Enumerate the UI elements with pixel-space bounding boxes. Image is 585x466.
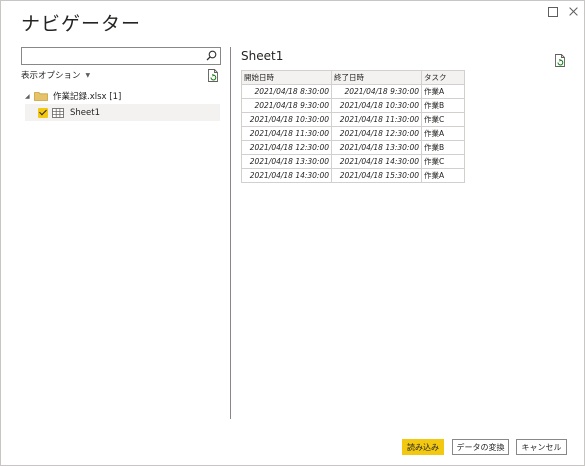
table-cell: 作業C [421,154,465,169]
tree-root-label: 作業記録.xlsx [1] [53,92,122,102]
search-box [21,47,221,65]
table-cell: 2021/04/18 9:30:00 [331,84,422,99]
table-cell: 作業C [421,112,465,127]
table-cell: 作業A [421,84,465,99]
refresh-icon[interactable] [207,69,219,82]
table-header-row: 開始日時 終了日時 タスク [241,70,465,85]
sheet1-checkbox[interactable] [38,107,48,118]
maximize-icon[interactable] [547,6,559,18]
table-row: 2021/04/18 10:30:00 2021/04/18 11:30:00 … [241,112,465,127]
table-cell: 作業A [421,126,465,141]
table-cell: 2021/04/18 9:30:00 [241,98,332,113]
tree-item-label: Sheet1 [70,107,100,118]
column-header: タスク [421,70,465,85]
table-cell: 2021/04/18 13:30:00 [241,154,332,169]
table-cell: 2021/04/18 11:30:00 [241,126,332,141]
search-input[interactable] [24,48,203,64]
table-cell: 2021/04/18 12:30:00 [331,126,422,141]
table-icon [52,107,64,118]
pane-divider[interactable] [230,47,231,419]
table-cell: 2021/04/18 11:30:00 [331,112,422,127]
table-row: 2021/04/18 13:30:00 2021/04/18 14:30:00 … [241,154,465,169]
search-icon[interactable] [206,50,217,61]
tree-root-workbook[interactable]: ◢ 作業記録.xlsx [1] [25,89,121,103]
table-cell: 作業A [421,168,465,183]
table-cell: 2021/04/18 14:30:00 [241,168,332,183]
expand-triangle-icon[interactable]: ◢ [25,93,34,100]
column-header: 開始日時 [241,70,332,85]
tree-item-sheet1[interactable]: Sheet1 [25,104,220,121]
load-button[interactable]: 読み込み [402,439,444,455]
export-icon[interactable] [554,54,566,67]
table-cell: 2021/04/18 8:30:00 [241,84,332,99]
table-cell: 2021/04/18 14:30:00 [331,154,422,169]
table-row: 2021/04/18 12:30:00 2021/04/18 13:30:00 … [241,140,465,155]
dialog-title: ナビゲーター [21,13,142,35]
table-row: 2021/04/18 14:30:00 2021/04/18 15:30:00 … [241,168,465,183]
cancel-button[interactable]: キャンセル [516,439,567,455]
close-icon[interactable] [568,6,580,18]
table-row: 2021/04/18 8:30:00 2021/04/18 9:30:00 作業… [241,84,465,99]
table-row: 2021/04/18 11:30:00 2021/04/18 12:30:00 … [241,126,465,141]
display-options-label: 表示オプション [21,71,81,81]
table-cell: 2021/04/18 12:30:00 [241,140,332,155]
table-cell: 作業B [421,140,465,155]
chevron-down-icon: ▼ [85,72,91,79]
folder-icon [34,92,48,101]
table-cell: 2021/04/18 10:30:00 [241,112,332,127]
table-cell: 2021/04/18 15:30:00 [331,168,422,183]
table-cell: 2021/04/18 13:30:00 [331,140,422,155]
transform-data-button[interactable]: データの変換 [452,439,509,455]
preview-table: 開始日時 終了日時 タスク 2021/04/18 8:30:00 2021/04… [241,70,465,183]
navigator-dialog: ナビゲーター 表示オプション ▼ ◢ 作業記録.xlsx [1] Sheet1 … [0,0,585,466]
preview-title: Sheet1 [241,49,284,63]
table-cell: 作業B [421,98,465,113]
table-row: 2021/04/18 9:30:00 2021/04/18 10:30:00 作… [241,98,465,113]
column-header: 終了日時 [331,70,422,85]
display-options-dropdown[interactable]: 表示オプション ▼ [21,69,90,81]
table-cell: 2021/04/18 10:30:00 [331,98,422,113]
